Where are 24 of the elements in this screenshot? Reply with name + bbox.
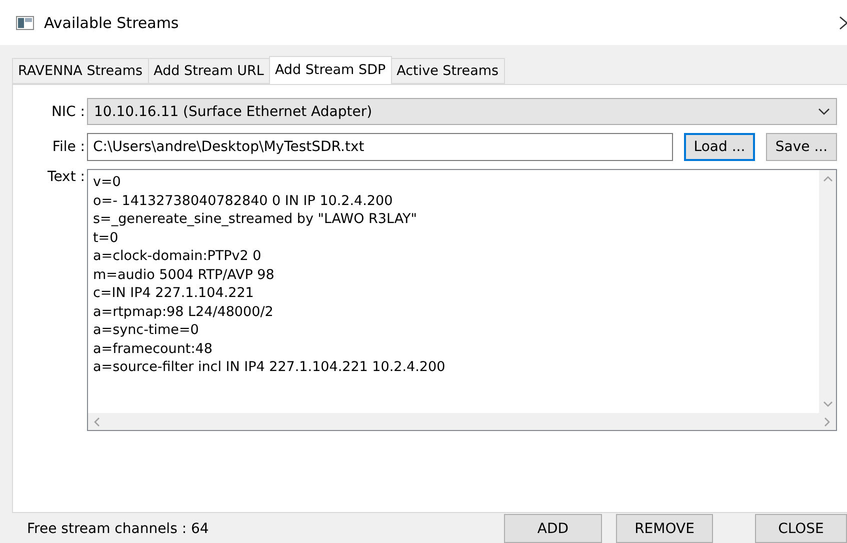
window-title: Available Streams <box>44 14 180 32</box>
file-path-field[interactable]: C:\Users\andre\Desktop\MyTestSDR.txt <box>87 133 673 161</box>
tab[interactable]: Add Stream SDP <box>268 56 392 84</box>
tab[interactable]: Add Stream URL <box>148 58 270 84</box>
dialog-button[interactable]: REMOVE <box>616 514 713 543</box>
sdp-text-field[interactable]: v=0 o=- 14132738040782840 0 IN IP 10.2.4.200 s=_genereate_sine_streamed by "LAWO R3LAY" t=0 a=clock-domain:PTPv2 0 m=audio 5004 RTP/AVP 98 c=IN IP4 227.1.104.221 a=rtpmap:98 L24/48000/2 a=sync-time=0 a=framecount:48 a=source-filter incl IN IP4 227.1.104.221 10.2.4.200 <box>87 169 837 431</box>
scroll-down-icon[interactable] <box>822 399 832 409</box>
nic-dropdown[interactable]: 10.10.16.11 (Surface Ethernet Adapter) <box>87 98 837 125</box>
save-button[interactable]: Save ... <box>766 133 837 161</box>
scroll-right-icon[interactable] <box>822 416 832 426</box>
scroll-up-icon[interactable] <box>822 174 832 184</box>
tab[interactable]: RAVENNA Streams <box>12 58 149 84</box>
scroll-left-icon[interactable] <box>92 416 102 426</box>
tab[interactable]: Active Streams <box>390 58 505 84</box>
close-icon[interactable] <box>839 16 847 30</box>
file-label: File : <box>51 139 86 155</box>
window-icon <box>16 16 34 30</box>
load-button[interactable]: Load ... <box>684 133 755 161</box>
nic-label: NIC : <box>50 104 86 120</box>
text-label: Text : <box>46 169 86 185</box>
dialog-button[interactable]: ADD <box>504 514 602 543</box>
dialog-button[interactable]: CLOSE <box>755 514 847 543</box>
chevron-down-icon <box>818 108 830 116</box>
free-channels-status: Free stream channels : 64 <box>27 521 210 539</box>
